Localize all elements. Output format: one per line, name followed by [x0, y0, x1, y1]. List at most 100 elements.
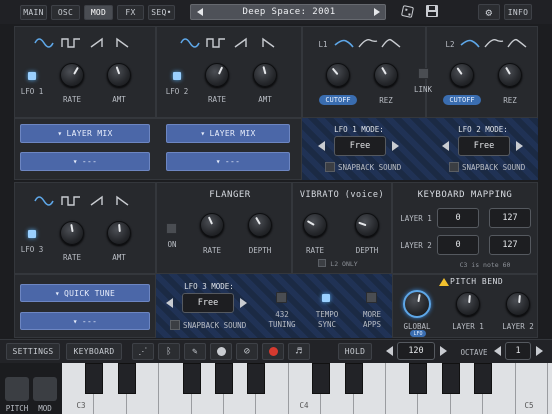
lfo1-led[interactable]: [28, 72, 36, 80]
arpeggiator-button[interactable]: ⋰: [132, 343, 154, 360]
hold-button[interactable]: HOLD: [338, 343, 372, 360]
tempo-field[interactable]: 120: [397, 342, 435, 360]
keyboard-button[interactable]: KEYBOARD: [66, 343, 122, 360]
square-wave-icon[interactable]: [61, 37, 81, 49]
layer2-pitch-knob[interactable]: [506, 292, 530, 316]
lfo2-mode-prev-icon[interactable]: [442, 141, 449, 151]
lfo1-dest2-dropdown[interactable]: ▾ ---: [20, 152, 150, 171]
black-key[interactable]: [247, 363, 266, 394]
ramp-wave-icon[interactable]: [112, 195, 132, 207]
layer1-high-field[interactable]: 127: [489, 208, 531, 228]
lowpass-icon[interactable]: [334, 37, 354, 49]
black-key[interactable]: [182, 363, 201, 394]
black-key[interactable]: [344, 363, 363, 394]
tab-seq[interactable]: SEQ•: [148, 5, 175, 20]
lfo3-snapback-checkbox[interactable]: [170, 320, 180, 330]
l1-rez-knob[interactable]: [374, 63, 398, 87]
preset-selector[interactable]: Deep Space: 2001: [190, 4, 386, 20]
black-key[interactable]: [441, 363, 460, 394]
lfo3-mode-next-icon[interactable]: [240, 298, 247, 308]
lfo1-dest1-dropdown[interactable]: ▾ LAYER MIX: [20, 124, 150, 143]
l2-only-checkbox[interactable]: [318, 259, 326, 267]
highpass-icon[interactable]: [507, 37, 527, 49]
black-key[interactable]: [85, 363, 104, 394]
flanger-depth-knob[interactable]: [248, 213, 272, 237]
tuning-toggle[interactable]: [276, 292, 287, 303]
ramp-wave-icon[interactable]: [112, 37, 132, 49]
mute-button[interactable]: ⊘: [236, 343, 258, 360]
lfo3-rate-knob[interactable]: [60, 221, 84, 245]
octave-field[interactable]: 1: [505, 342, 531, 360]
bluetooth-button[interactable]: ᛒ: [158, 343, 180, 360]
highpass-icon[interactable]: [381, 37, 401, 49]
mod-wheel[interactable]: [33, 377, 57, 401]
square-wave-icon[interactable]: [61, 195, 81, 207]
black-key[interactable]: [117, 363, 136, 394]
more-apps-toggle[interactable]: [366, 292, 377, 303]
tab-mod[interactable]: MOD: [84, 5, 113, 20]
lfo2-snapback-checkbox[interactable]: [449, 162, 459, 172]
layer1-pitch-knob[interactable]: [456, 292, 480, 316]
lfo3-led[interactable]: [28, 230, 36, 238]
lfo3-amt-knob[interactable]: [107, 221, 131, 245]
sine-wave-icon[interactable]: [34, 195, 54, 207]
tab-main[interactable]: MAIN: [20, 5, 47, 20]
bandpass-icon[interactable]: [484, 37, 504, 49]
dice-icon[interactable]: [400, 4, 415, 19]
black-key[interactable]: [312, 363, 331, 394]
vibrato-rate-knob[interactable]: [303, 213, 327, 237]
tempo-down-icon[interactable]: [386, 346, 393, 356]
l1-cutoff-knob[interactable]: [326, 63, 350, 87]
saw-wave-icon[interactable]: [232, 37, 252, 49]
sine-wave-icon[interactable]: [180, 37, 200, 49]
preset-prev-icon[interactable]: [197, 8, 203, 16]
black-key[interactable]: [215, 363, 233, 394]
l2-cutoff-knob[interactable]: [450, 63, 474, 87]
saw-wave-icon[interactable]: [88, 195, 108, 207]
tab-fx[interactable]: FX: [117, 5, 144, 20]
tab-osc[interactable]: OSC: [51, 5, 80, 20]
flanger-rate-knob[interactable]: [200, 213, 224, 237]
lfo1-snapback-checkbox[interactable]: [325, 162, 335, 172]
lfo1-rate-knob[interactable]: [60, 63, 84, 87]
octave-up-icon[interactable]: [536, 346, 543, 356]
lfo2-rate-knob[interactable]: [205, 63, 229, 87]
lfo2-mode-next-icon[interactable]: [516, 141, 523, 151]
black-key[interactable]: [409, 363, 428, 394]
lfo2-dest1-dropdown[interactable]: ▾ LAYER MIX: [166, 124, 290, 143]
settings-button[interactable]: SETTINGS: [6, 343, 60, 360]
lfo1-mode-next-icon[interactable]: [392, 141, 399, 151]
lfo1-mode-prev-icon[interactable]: [318, 141, 325, 151]
link-toggle[interactable]: [418, 68, 429, 79]
l2-rez-knob[interactable]: [498, 63, 522, 87]
layer2-high-field[interactable]: 127: [489, 235, 531, 255]
record-button[interactable]: [262, 343, 284, 360]
ramp-wave-icon[interactable]: [258, 37, 278, 49]
pitch-wheel[interactable]: [5, 377, 29, 401]
preset-next-icon[interactable]: [374, 8, 380, 16]
global-pitch-knob[interactable]: [403, 290, 431, 318]
lfo2-amt-knob[interactable]: [253, 63, 277, 87]
vibrato-depth-knob[interactable]: [355, 213, 379, 237]
info-button[interactable]: INFO: [504, 4, 532, 20]
sine-wave-icon[interactable]: [34, 37, 54, 49]
save-icon[interactable]: [426, 5, 438, 17]
black-key[interactable]: [474, 363, 493, 394]
octave-down-icon[interactable]: [494, 346, 501, 356]
lfo1-amt-knob[interactable]: [107, 63, 131, 87]
stop-button[interactable]: [210, 343, 232, 360]
lfo3-dest1-dropdown[interactable]: ▾ QUICK TUNE: [20, 284, 150, 302]
saw-wave-icon[interactable]: [88, 37, 108, 49]
bandpass-icon[interactable]: [358, 37, 378, 49]
flanger-on-toggle[interactable]: [166, 223, 177, 234]
settings-gear-button[interactable]: ⚙: [478, 4, 500, 20]
lfo2-led[interactable]: [173, 72, 181, 80]
pencil-button[interactable]: ✎: [184, 343, 206, 360]
lowpass-icon[interactable]: [460, 37, 480, 49]
piano-button[interactable]: ♬: [288, 343, 310, 360]
tempo-up-icon[interactable]: [440, 346, 447, 356]
tempo-sync-led[interactable]: [322, 294, 330, 302]
lfo2-dest2-dropdown[interactable]: ▾ ---: [166, 152, 290, 171]
lfo3-mode-prev-icon[interactable]: [166, 298, 173, 308]
layer2-low-field[interactable]: 0: [437, 235, 479, 255]
